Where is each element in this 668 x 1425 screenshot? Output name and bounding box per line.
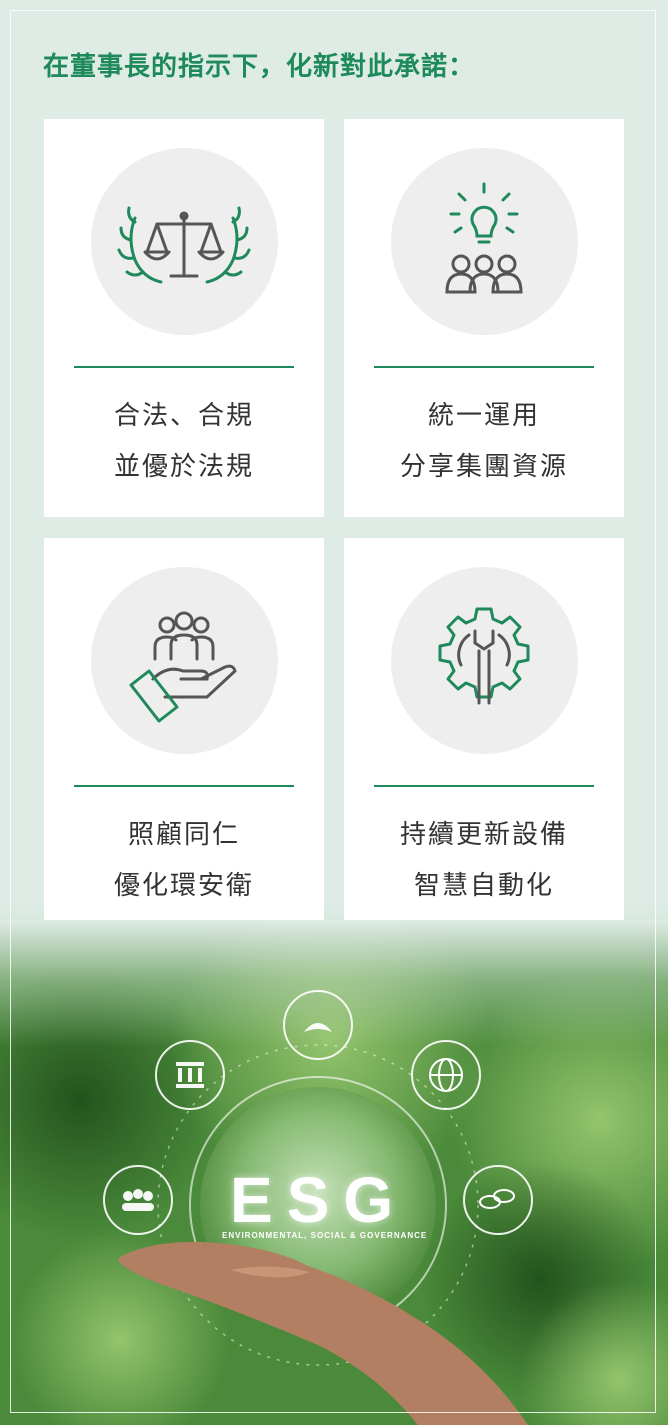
icon-circle: [391, 148, 578, 335]
esg-subtitle: ENVIRONMENTAL, SOCIAL & GOVERNANCE: [222, 1231, 428, 1240]
page: 在董事長的指示下，化新對此承諾： 合法、合規 並優於法規 統一運用 分享集團資源…: [0, 0, 668, 1425]
card-line-1: 持續更新設備: [399, 820, 568, 850]
commitment-card-safety: 照顧同仁 優化環安衛: [44, 538, 324, 936]
commitment-card-resources: 統一運用 分享集團資源: [344, 119, 624, 517]
card-line-2: 分享集團資源: [399, 452, 568, 482]
commitment-card-automation: 持續更新設備 智慧自動化: [344, 538, 624, 936]
esg-title: ESG: [230, 1164, 408, 1236]
scales-laurel-icon: [117, 206, 251, 284]
card-line-1: 統一運用: [427, 401, 540, 431]
divider: [74, 366, 294, 368]
lightbulb-team-icon: [445, 182, 523, 294]
hand-people-care-icon: [129, 611, 237, 723]
divider: [74, 785, 294, 787]
card-line-1: 照顧同仁: [127, 820, 240, 850]
icon-circle: [391, 567, 578, 754]
card-line-1: 合法、合規: [113, 401, 254, 431]
card-line-2: 優化環安衛: [113, 871, 254, 901]
gear-wrench-icon: [438, 607, 530, 705]
icon-circle: [91, 567, 278, 754]
divider: [374, 785, 594, 787]
icon-circle: [91, 148, 278, 335]
card-line-2: 並優於法規: [113, 452, 254, 482]
card-line-2: 智慧自動化: [413, 871, 554, 901]
commitment-card-compliance: 合法、合規 並優於法規: [44, 119, 324, 517]
page-title: 在董事長的指示下，化新對此承諾：: [43, 52, 476, 82]
divider: [374, 366, 594, 368]
